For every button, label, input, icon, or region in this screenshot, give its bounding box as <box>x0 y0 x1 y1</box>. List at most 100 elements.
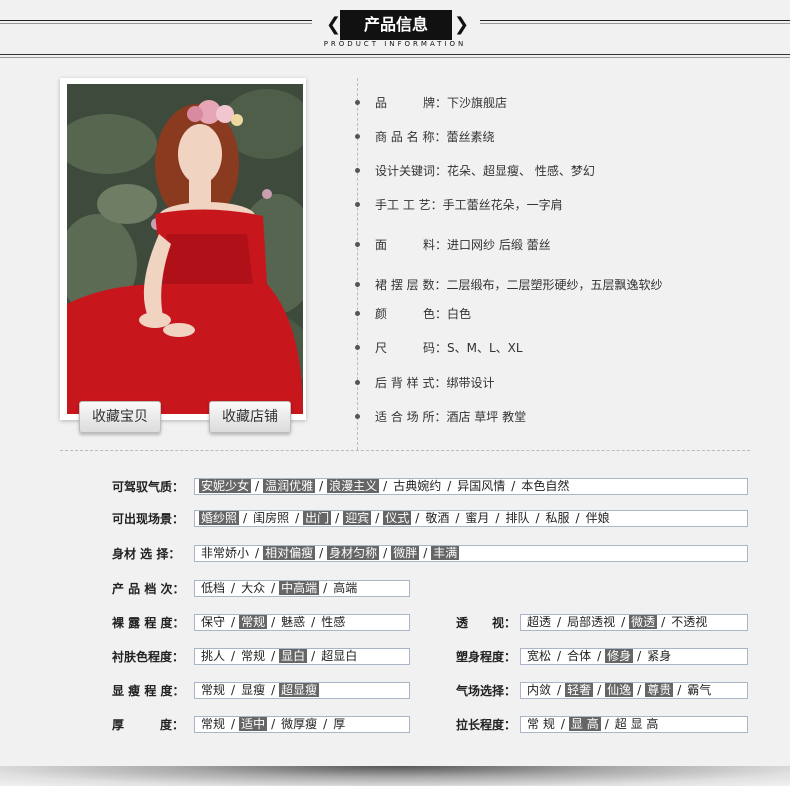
option-separator: / <box>560 717 565 731</box>
property-options: 内敛 / 轻奢 / 仙逸 / 尊贵 / 霸气 <box>520 682 748 699</box>
option-selected: 仙逸 <box>605 683 634 697</box>
property-label: 气场选择： <box>456 684 517 698</box>
option: 常规 <box>201 683 226 697</box>
option: 排队 <box>505 511 530 525</box>
bullet-dot-icon <box>355 282 360 287</box>
option-selected: 修身 <box>605 649 634 663</box>
option-separator: / <box>231 683 236 697</box>
bullet-dot-icon <box>355 100 360 105</box>
info-row: 尺 码：S、M、L、XL <box>375 339 523 356</box>
header-bottom-rule <box>0 54 790 55</box>
option-separator: / <box>637 649 642 663</box>
option: 魅惑 <box>281 615 306 629</box>
option-selected: 身材匀称 <box>327 546 380 560</box>
option-separator: / <box>677 683 682 697</box>
info-label: 颜 色： <box>375 307 448 321</box>
bullet-dot-icon <box>355 380 360 385</box>
section-divider <box>60 450 750 451</box>
option-selected: 丰满 <box>431 546 460 560</box>
info-label: 手工 工 艺： <box>375 198 443 212</box>
property-options: 宽松 / 合体 / 修身 / 紧身 <box>520 648 748 665</box>
bullet-dot-icon <box>355 414 360 419</box>
option-separator: / <box>455 511 460 525</box>
option: 性感 <box>321 615 346 629</box>
option-separator: / <box>415 511 420 525</box>
option-separator: / <box>621 615 626 629</box>
option: 伴娘 <box>585 511 610 525</box>
option-selected: 超显瘦 <box>279 683 320 697</box>
option: 常规 <box>241 649 266 663</box>
option: 霸气 <box>687 683 712 697</box>
header-rule-left <box>0 20 312 21</box>
property-label: 可驾驭气质： <box>112 480 185 494</box>
option-selected: 仪式 <box>383 511 412 525</box>
info-label: 后 背 样 式： <box>375 376 447 390</box>
option: 宽松 <box>527 649 552 663</box>
option-separator: / <box>495 511 500 525</box>
property-label: 身材 选 择： <box>112 547 181 561</box>
option: 大众 <box>241 581 266 595</box>
product-photo <box>67 84 303 414</box>
option-selected: 常规 <box>239 615 268 629</box>
property-label: 可出现场景： <box>112 512 185 526</box>
property-label: 厚 度： <box>112 718 185 732</box>
option-separator: / <box>511 479 516 493</box>
info-row: 面 料：进口网纱 后缎 蕾丝 <box>375 236 551 253</box>
option: 本色自然 <box>521 479 570 493</box>
property-label: 显 瘦 程 度： <box>112 684 185 698</box>
info-label: 品 牌： <box>375 96 448 110</box>
bullet-dot-icon <box>355 202 360 207</box>
header-rule-left-thin <box>0 23 312 24</box>
option-separator: / <box>637 683 642 697</box>
info-value: S、M、L、XL <box>447 341 523 355</box>
option-separator: / <box>243 511 248 525</box>
option: 私服 <box>545 511 570 525</box>
page-subtitle: PRODUCT INFORMATION <box>323 40 467 48</box>
option: 挑人 <box>201 649 226 663</box>
bullet-dot-icon <box>355 168 360 173</box>
info-value: 白色 <box>447 307 472 321</box>
option: 非常娇小 <box>201 546 250 560</box>
favorite-shop-button[interactable]: 收藏店铺 <box>209 401 291 433</box>
option: 不透视 <box>671 615 708 629</box>
option-separator: / <box>383 546 388 560</box>
header-banner: ❮ 产品信息 ❯ <box>326 10 470 40</box>
info-row: 裙 摆 层 数：二层缎布，二层塑形硬纱，五层飘逸软纱 <box>375 276 662 293</box>
option-separator: / <box>375 511 380 525</box>
option: 超显白 <box>321 649 358 663</box>
property-options: 挑人 / 常规 / 显白 / 超显白 <box>194 648 410 665</box>
option: 紧身 <box>647 649 672 663</box>
option-separator: / <box>231 649 236 663</box>
info-value: 手工蕾丝花朵，一字肩 <box>442 198 563 212</box>
option: 异国风情 <box>457 479 506 493</box>
option-separator: / <box>231 717 236 731</box>
info-value: 进口网纱 后缎 蕾丝 <box>447 238 551 252</box>
property-label: 产 品 档 次： <box>112 582 185 596</box>
bullet-dot-icon <box>355 311 360 316</box>
property-label: 拉长程度： <box>456 718 517 732</box>
chevron-right-icon: ❯ <box>454 14 470 35</box>
bullet-dot-icon <box>355 345 360 350</box>
property-options: 安妮少女 / 温润优雅 / 浪漫主义 / 古典婉约 / 异国风情 / 本色自然 <box>194 478 748 495</box>
option-separator: / <box>319 479 324 493</box>
option: 微厚瘦 <box>281 717 318 731</box>
option-separator: / <box>311 615 316 629</box>
option-separator: / <box>271 615 276 629</box>
option-separator: / <box>271 581 276 595</box>
option: 保守 <box>201 615 226 629</box>
option: 低档 <box>201 581 226 595</box>
option-separator: / <box>231 581 236 595</box>
option: 超透 <box>527 615 552 629</box>
option-selected: 婚纱照 <box>199 511 240 525</box>
option-selected: 尊贵 <box>645 683 674 697</box>
option-separator: / <box>597 683 602 697</box>
property-options: 非常娇小 / 相对偏瘦 / 身材匀称 / 微胖 / 丰满 <box>194 545 748 562</box>
option-separator: / <box>319 546 324 560</box>
info-value: 酒店 草坪 教堂 <box>446 410 527 424</box>
header-rule-right <box>480 20 790 21</box>
favorite-item-button[interactable]: 收藏宝贝 <box>79 401 161 433</box>
option-separator: / <box>557 615 562 629</box>
model-illustration <box>67 84 303 414</box>
property-options: 保守 / 常规 / 魅惑 / 性感 <box>194 614 410 631</box>
option-separator: / <box>271 717 276 731</box>
